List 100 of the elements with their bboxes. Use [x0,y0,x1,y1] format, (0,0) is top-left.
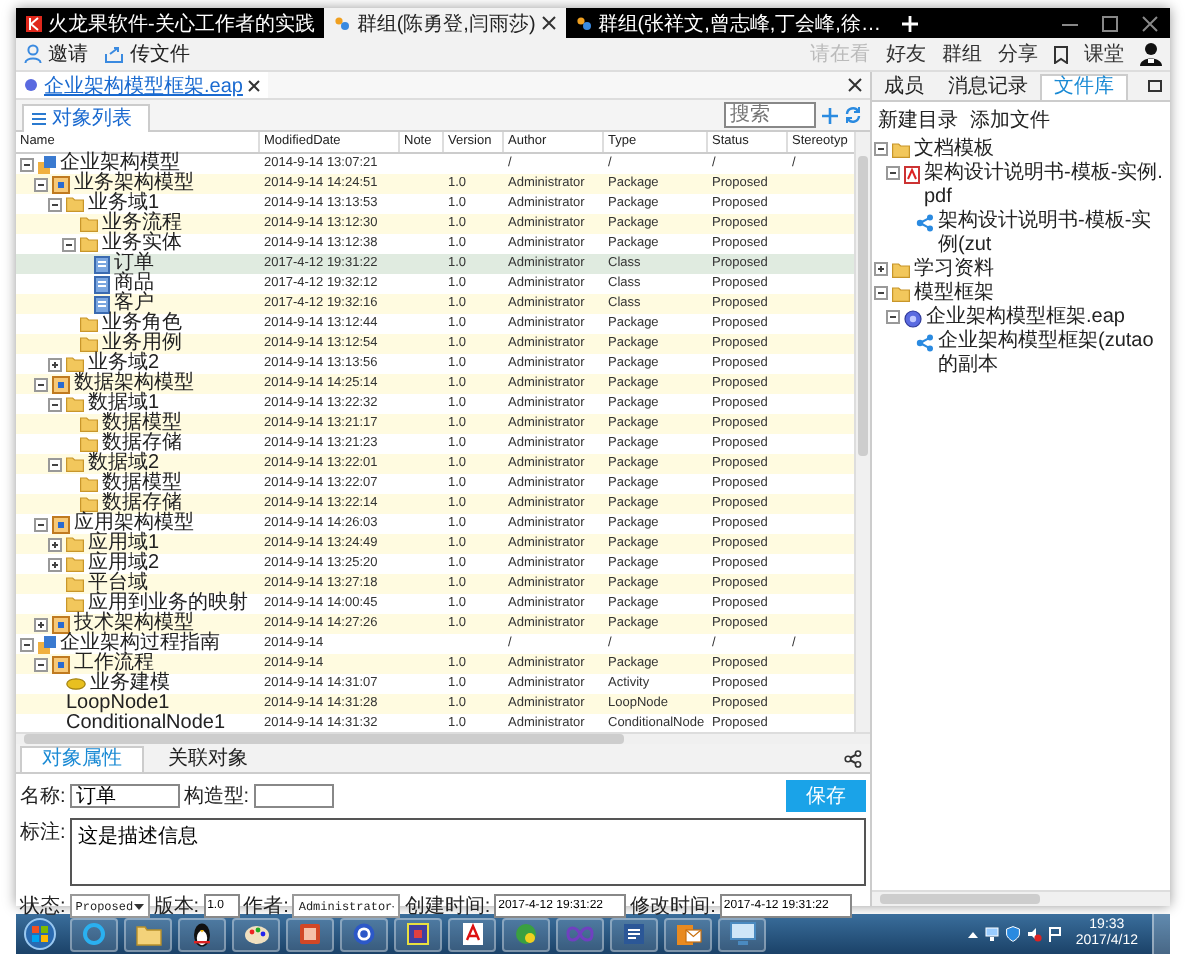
horizontal-scrollbar[interactable] [872,890,1170,906]
slide-icon [298,922,322,946]
search-field[interactable]: 搜索 [724,102,816,128]
tree-node-label: 工作流程 [74,654,154,674]
window-tab[interactable]: 火龙果软件-关心工作者的实践 [16,8,325,38]
penguin-icon [192,921,212,947]
file-tree-item[interactable]: 企业架构模型框架(zutao的副本 [938,330,1166,378]
toolbar-button[interactable]: 邀请 [24,40,88,68]
object-list-tab[interactable]: 对象列表 [22,103,150,131]
plus-box-icon[interactable] [874,262,888,276]
toolbar-button[interactable]: 课堂 [1084,40,1124,68]
panel-tab[interactable]: 消息记录 [936,76,1040,100]
tree-node-label: 数据域1 [88,394,160,414]
plus-box-icon[interactable] [48,357,62,371]
minus-box-icon[interactable] [34,177,48,191]
tree-node-label: 数据域2 [88,454,160,474]
note-field[interactable]: 这是描述信息 [69,818,866,886]
taskbar-button[interactable] [610,917,658,951]
field-label: 版本: [153,893,200,920]
speaker-icon[interactable] [1025,926,1042,942]
start-button-icon[interactable] [24,918,56,950]
close-icon[interactable] [848,78,862,92]
toolbar-button[interactable]: 传文件 [104,40,190,68]
show-desktop-button[interactable] [1152,914,1170,954]
toolbar-button[interactable]: 群组 [942,40,982,68]
share-icon[interactable] [844,749,862,767]
user-icon[interactable] [1140,42,1162,66]
minus-box-icon[interactable] [62,237,76,251]
taskbar-button[interactable] [178,917,226,951]
list-icon [32,111,46,125]
horizontal-scrollbar[interactable] [16,732,870,744]
bookmark-icon[interactable] [1054,45,1068,63]
taskbar-button[interactable] [448,917,496,951]
network-icon[interactable] [983,926,1000,942]
tree-node-label: 平台域 [88,574,148,594]
minus-box-icon[interactable] [48,457,62,471]
tree-node-label: 应用架构模型 [74,514,194,534]
plus-box-icon[interactable] [48,557,62,571]
file-tree-item[interactable]: 企业架构模型框架.eap [926,306,1125,330]
minus-box-icon[interactable] [886,166,900,180]
minus-box-icon[interactable] [48,197,62,211]
properties-tab[interactable]: 关联对象 [148,748,268,772]
file-tree-item[interactable]: 模型框架 [914,282,994,306]
action-link[interactable]: 添加文件 [970,106,1050,134]
panel-tab[interactable]: 文件库 [1040,74,1128,100]
properties-tab[interactable]: 对象属性 [20,746,144,772]
plus-box-icon[interactable] [34,617,48,631]
tab-label: 对象列表 [52,105,132,132]
flag-icon[interactable] [1047,926,1062,942]
folder-icon [135,923,161,945]
minus-box-icon[interactable] [20,637,34,651]
plus-box-icon[interactable] [48,537,62,551]
minus-box-icon[interactable] [48,397,62,411]
field-label: 作者: [243,893,289,920]
file-tree-item[interactable]: 文档模板 [914,138,994,162]
new-tab-icon[interactable] [902,15,919,31]
window-tab[interactable]: 群组(陈勇登,闫雨莎) [324,8,566,38]
close-icon[interactable] [248,79,261,91]
tree-node-label: ConditionalNode1 [66,714,226,732]
refresh-icon[interactable] [844,106,862,124]
infinity-icon [566,926,594,942]
close-icon[interactable] [541,16,556,30]
tree-node-label: 订单 [114,254,154,274]
minus-box-icon[interactable] [886,310,900,324]
window-tab[interactable]: 群组(张祥文,曾志峰,丁会峰,徐… [565,8,891,38]
document-tab-label: 企业架构模型框架.eap [44,73,243,99]
taskbar-button[interactable] [664,917,712,951]
minus-box-icon[interactable] [874,286,888,300]
maximize-icon[interactable] [1148,80,1162,92]
minus-box-icon[interactable] [34,377,48,391]
toolbar-button[interactable]: 好友 [886,40,926,68]
tree-node-label: 业务架构模型 [74,174,194,194]
add-icon[interactable] [822,107,838,123]
file-tree-item[interactable]: 架构设计说明书-模板-实例.pdf [924,162,1166,210]
taskbar-button[interactable] [340,917,388,951]
shield-icon[interactable] [1005,926,1020,942]
tree-node-label: 业务建模 [90,674,170,694]
action-link[interactable]: 新建目录 [878,106,958,134]
minus-box-icon[interactable] [874,142,888,156]
caret-up-icon[interactable] [967,931,978,937]
vertical-scrollbar[interactable] [854,132,870,732]
minus-box-icon[interactable] [34,517,48,531]
group-icon [334,15,351,31]
file-tree-item[interactable]: 学习资料 [914,258,994,282]
stereotype-field[interactable] [253,784,334,808]
close-icon[interactable] [1142,15,1158,31]
name-field[interactable]: 订单 [69,784,180,808]
stacked-boxes-icon [38,155,56,173]
toolbar-button[interactable]: 分享 [998,40,1038,68]
file-tree-item[interactable]: 架构设计说明书-模板-实例(zut [938,210,1166,258]
taskbar-button[interactable] [394,917,442,951]
tree-node-label: 数据存储 [102,494,182,514]
tree-node-label: 商品 [114,274,154,294]
field-label: 构造型: [183,783,250,810]
minus-box-icon[interactable] [34,657,48,671]
document-tab[interactable]: 企业架构模型框架.eap [16,72,269,98]
panel-tab[interactable]: 成员 [872,76,936,100]
share-icon [916,214,934,232]
maximize-icon[interactable] [1102,15,1118,31]
minus-box-icon[interactable] [20,157,34,171]
